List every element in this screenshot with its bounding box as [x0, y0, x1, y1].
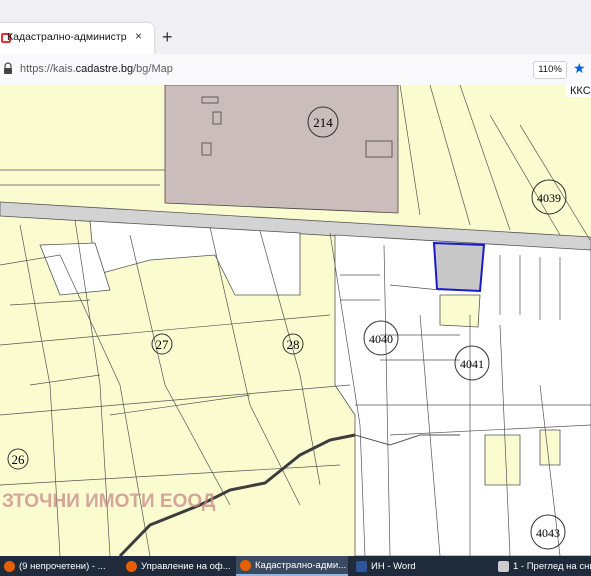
- industrial-zone-214[interactable]: [164, 85, 399, 214]
- url-path: /bg/Map: [133, 63, 173, 75]
- url-input[interactable]: https://kais.cadastre.bg/bg/Map: [20, 63, 173, 75]
- taskbar-item-email[interactable]: (9 непрочетени) - ...: [0, 556, 118, 576]
- firefox-icon: [126, 560, 137, 572]
- parcel-number: 214: [313, 115, 333, 130]
- yellow-plot[interactable]: [539, 429, 561, 466]
- selected-parcel[interactable]: [432, 241, 486, 293]
- taskbar-item-office[interactable]: Управление на оф...: [122, 556, 234, 576]
- watermark-text: ЗТОЧНИ ИМОТИ ЕООД: [2, 491, 216, 512]
- parcel-number: 4043: [536, 526, 560, 540]
- white-plots-center[interactable]: [89, 220, 301, 296]
- tab-cadastre[interactable]: Кадастрално-административн ×: [0, 23, 154, 54]
- url-prefix: https://kais.: [20, 63, 76, 75]
- lock-icon[interactable]: [3, 62, 13, 75]
- bookmark-star-icon[interactable]: ★: [573, 60, 586, 77]
- parcel-number: 4040: [369, 332, 393, 346]
- firefox-icon: [240, 559, 251, 571]
- app-icon: [498, 560, 509, 572]
- zoom-indicator[interactable]: 110%: [533, 61, 567, 79]
- new-tab-button[interactable]: +: [162, 28, 173, 46]
- address-bar: https://kais.cadastre.bg/bg/Map 110% ★: [0, 54, 591, 86]
- taskbar-item-word[interactable]: ИН - Word: [352, 556, 492, 576]
- parcel-number: 4041: [460, 357, 484, 371]
- taskbar-item-label: Управление на оф...: [141, 560, 231, 572]
- parcel-label-27[interactable]: 27: [151, 333, 173, 355]
- taskbar-item-label: ИН - Word: [371, 560, 416, 572]
- taskbar-item-cadastre[interactable]: Кадастрално-адми...: [236, 556, 348, 576]
- parcel-number: 26: [12, 452, 26, 467]
- parcel-number: 28: [287, 337, 300, 352]
- tab-title: Кадастрално-административн: [7, 31, 127, 43]
- parcel-label-26[interactable]: 26: [7, 448, 29, 470]
- taskbar: (9 непрочетени) - ... Управление на оф..…: [0, 556, 591, 576]
- map-canvas[interactable]: 214 4039 27 28 4040 4041 26 4043 ЗТОЧНИ …: [0, 85, 591, 556]
- word-icon: [356, 560, 367, 572]
- firefox-icon: [4, 560, 15, 572]
- yellow-plot[interactable]: [439, 294, 481, 328]
- taskbar-item-label: (9 непрочетени) - ...: [19, 560, 106, 572]
- parcel-label-28[interactable]: 28: [282, 333, 304, 355]
- map-corner-label: ККС: [566, 85, 591, 97]
- taskbar-item-label: Кадастрално-адми...: [255, 559, 347, 571]
- parcel-number: 27: [156, 337, 170, 352]
- parcel-label-4039[interactable]: 4039: [531, 179, 567, 215]
- taskbar-item-preview[interactable]: 1 - Преглед на сни...: [494, 556, 591, 576]
- url-domain: cadastre.bg: [75, 63, 134, 75]
- yellow-plot[interactable]: [484, 434, 521, 486]
- tab-bar: Кадастрално-административн × +: [0, 0, 591, 54]
- parcel-number: 4039: [537, 191, 561, 205]
- close-tab-icon[interactable]: ×: [135, 29, 142, 43]
- cadastral-map[interactable]: 214 4039 27 28 4040 4041 26 4043 ЗТОЧНИ …: [0, 85, 591, 556]
- taskbar-item-label: 1 - Преглед на сни...: [513, 560, 591, 572]
